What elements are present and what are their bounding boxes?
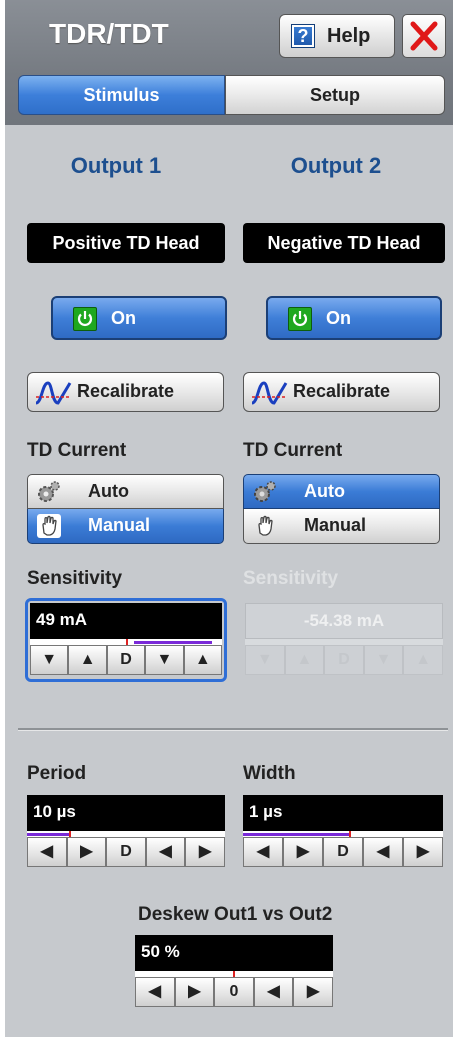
output2-heading: Output 2 [290,153,382,178]
deskew-label: Deskew Out1 vs Out2 [138,904,333,925]
power-icon [73,307,97,331]
output1-recalibrate-label: Recalibrate [77,381,175,401]
coarse-down-button[interactable]: ◀ [243,837,283,867]
section-divider [18,728,448,731]
output2-sensitivity-value: -54.38 mA [245,603,443,639]
output1-sensitivity-label: Sensitivity [27,568,123,589]
output1-td-current-label: TD Current [27,440,127,461]
output2-on-label: On [326,308,351,328]
output2-auto-label: Auto [304,481,345,501]
deskew-value[interactable]: 50 % [135,935,333,971]
fine-down-button[interactable]: ▼ [145,645,184,675]
help-button[interactable]: ? Help [279,14,395,58]
gears-icon [38,481,60,502]
output2-on-button[interactable]: On [266,296,442,340]
hand-icon [258,515,273,536]
fine-up-button: ▲ [403,645,443,675]
output1-recalibrate-button[interactable]: Recalibrate [27,372,224,412]
panel-title: TDR/TDT [49,18,169,49]
fine-up-button[interactable]: ▶ [185,837,225,867]
width-value[interactable]: 1 µs [243,795,443,831]
default-button[interactable]: D [323,837,363,867]
period-value[interactable]: 10 µs [27,795,225,831]
default-button: D [324,645,364,675]
period-label: Period [27,763,87,784]
tab-setup[interactable]: Setup [225,75,445,115]
output1-head-name: Positive TD Head [27,223,225,263]
gears-icon [254,481,276,502]
title-bar: TDR/TDT ? Help Stimulus Setup [5,0,453,125]
deskew-stepper: ◀ ▶ 0 ◀ ▶ [135,977,333,1007]
recalibrate-waveform-icon [35,381,72,405]
output2-td-current-label: TD Current [243,440,343,461]
output1-on-label: On [111,308,136,328]
recalibrate-waveform-icon [251,381,288,405]
coarse-up-button[interactable]: ▶ [174,977,215,1007]
help-icon: ? [291,24,315,48]
output2-head-name: Negative TD Head [243,223,445,263]
output2-manual-label: Manual [304,515,367,535]
coarse-down-button[interactable]: ◀ [27,837,67,867]
coarse-up-button: ▲ [284,645,325,675]
default-button[interactable]: D [106,645,146,675]
output1-sensitivity-stepper: ▼ ▲ D ▼ ▲ [30,645,223,675]
help-label: Help [327,25,371,47]
coarse-up-button[interactable]: ▲ [68,645,107,675]
fine-up-button[interactable]: ▶ [403,837,443,867]
default-button[interactable]: D [106,837,146,867]
output1-sensitivity-value[interactable]: 49 mA [30,603,222,639]
width-stepper: ◀ ▶ D ◀ ▶ [243,837,443,867]
fine-down-button[interactable]: ◀ [363,837,403,867]
output2-manual-button[interactable]: Manual [243,509,440,544]
coarse-down-button: ▼ [245,645,285,675]
output1-auto-label: Auto [88,481,129,501]
power-icon [288,307,312,331]
output2-sensitivity-label: Sensitivity [243,568,339,589]
hand-icon [37,514,61,538]
reset-button[interactable]: 0 [214,977,254,1007]
output1-manual-label: Manual [88,515,151,535]
coarse-up-button[interactable]: ▶ [283,837,323,867]
output1-on-button[interactable]: On [51,296,227,340]
output1-auto-button[interactable]: Auto [27,474,224,509]
output2-recalibrate-label: Recalibrate [293,381,391,401]
close-x-icon [410,21,438,51]
output2-auto-button[interactable]: Auto [243,474,440,509]
coarse-down-button[interactable]: ▼ [30,645,69,675]
fine-up-button[interactable]: ▶ [293,977,333,1007]
tab-stimulus[interactable]: Stimulus [18,75,225,115]
output1-manual-button[interactable]: Manual [27,509,224,544]
fine-down-button[interactable]: ◀ [145,837,186,867]
fine-down-button: ▼ [363,645,404,675]
output1-heading: Output 1 [70,153,162,178]
output2-sensitivity-stepper: ▼ ▲ D ▼ ▲ [245,645,443,675]
tdr-tdt-panel: TDR/TDT ? Help Stimulus Setup Output 1 O… [5,0,453,1037]
width-label: Width [243,763,296,784]
coarse-down-button[interactable]: ◀ [135,977,175,1007]
coarse-up-button[interactable]: ▶ [66,837,107,867]
output2-recalibrate-button[interactable]: Recalibrate [243,372,440,412]
close-button[interactable] [402,14,446,58]
period-stepper: ◀ ▶ D ◀ ▶ [27,837,225,867]
fine-up-button[interactable]: ▲ [183,645,223,675]
fine-down-button[interactable]: ◀ [253,977,294,1007]
